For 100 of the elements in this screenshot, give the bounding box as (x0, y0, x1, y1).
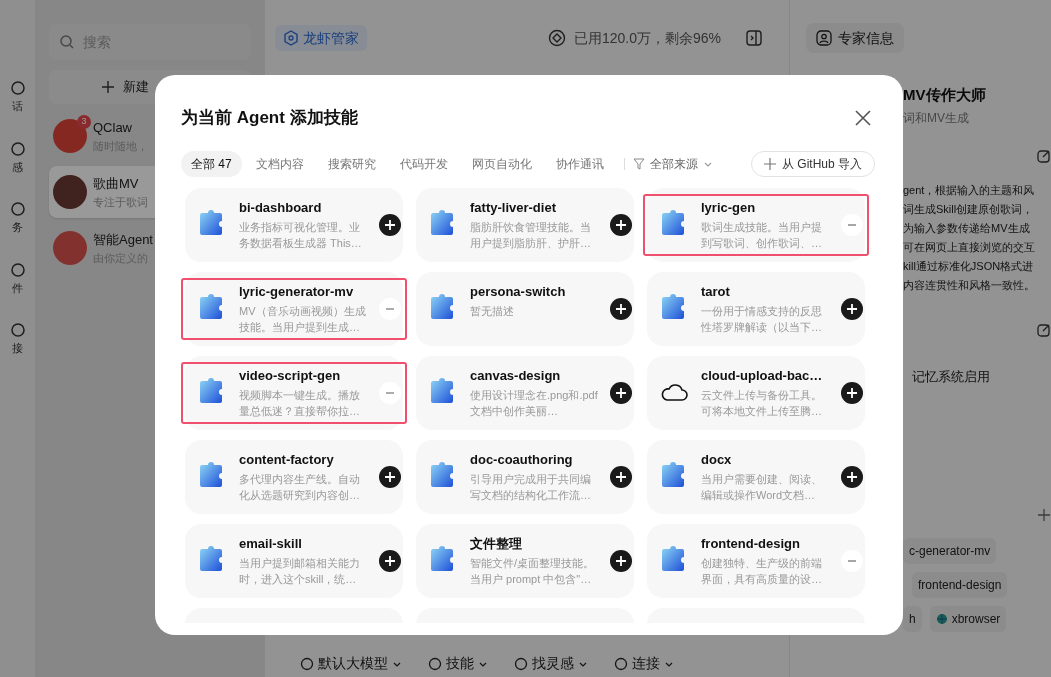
nav-label[interactable]: 件 (12, 279, 23, 296)
avatar-icon (53, 119, 87, 153)
skill-name: video-script-gen (239, 366, 342, 385)
panel-toggle-icon[interactable] (745, 29, 763, 47)
agent-tag[interactable]: 龙虾管家 (275, 25, 367, 51)
nav-icon[interactable] (9, 261, 26, 278)
add-button[interactable] (379, 549, 401, 572)
toolbar-icon (514, 656, 528, 671)
person-icon (816, 30, 832, 46)
skill-description: 云文件上传与备份工具。可将本地文件上传至腾… (701, 387, 823, 419)
add-icon[interactable] (1037, 508, 1051, 522)
plus-icon (385, 471, 395, 482)
toolbar-dropdown[interactable]: 技能 (428, 653, 488, 674)
dialog-title: 为当前 Agent 添加技能 (181, 107, 358, 129)
nav-label[interactable]: 接 (12, 340, 23, 357)
toolbar-dropdown[interactable]: 默认大模型 (300, 653, 402, 674)
plus-icon (616, 219, 626, 230)
plus-icon (764, 157, 776, 170)
add-button[interactable] (610, 297, 632, 320)
skill-description: 暂无描述 (470, 303, 515, 319)
skill-description: 歌词生成技能。当用户提到写歌词、创作歌词、… (701, 219, 823, 251)
skill-description: 业务指标可视化管理。业务数据看板生成器 This… (239, 219, 363, 251)
category-tab[interactable]: 搜索研究 (317, 150, 386, 177)
agent-name: 智能Agent (93, 231, 153, 249)
skill-description: 当用户需要创建、阅读、编辑或操作Word文档… (701, 471, 823, 503)
nav-label[interactable]: 感 (12, 158, 23, 175)
add-button[interactable] (841, 381, 863, 404)
skill-name: doc-coauthoring (470, 450, 574, 469)
description-line: 内容连贯性和风格一致性。 (903, 277, 1035, 293)
skill-description: MV（音乐动画视频）生成技能。当用户提到生成… (239, 303, 367, 335)
toolbar-icon (428, 656, 442, 671)
edit-icon[interactable] (1037, 322, 1051, 337)
category-tab[interactable]: 协作通讯 (545, 150, 614, 177)
skill-tag: frontend-design (912, 572, 1008, 598)
skill-tag: h (903, 606, 922, 632)
add-button[interactable] (610, 549, 632, 572)
description-line: 词生成Skill创建原创歌词， (903, 201, 1034, 217)
add-button[interactable] (610, 381, 632, 404)
plus-icon (101, 80, 115, 94)
skill-description: 一份用于情感支持的反思性塔罗牌解读（以当下… (701, 303, 823, 335)
toolbar-dropdown[interactable]: 找灵感 (514, 653, 588, 674)
skill-name: 文件整理 (470, 534, 523, 553)
agent-name: MV传作大师 (903, 85, 987, 105)
nav-icon[interactable] (9, 80, 26, 96)
nav-icon[interactable] (9, 140, 26, 157)
description-line: gent，根据输入的主题和风 (903, 182, 1035, 198)
nav-icon[interactable] (9, 322, 26, 338)
skill-name: cloud-upload-bac… (701, 366, 824, 385)
add-button[interactable] (379, 465, 401, 488)
skill-name: email-skill (239, 534, 303, 553)
skill-description: 脂肪肝饮食管理技能。当用户提到脂肪肝、护肝… (470, 219, 592, 251)
skill-name: content-factory (239, 450, 335, 469)
skill-description: 多代理内容生产线。自动化从选题研究到内容创… (239, 471, 361, 503)
category-tab[interactable]: 代码开发 (389, 150, 458, 177)
skill-name: frontend-design (701, 534, 801, 553)
avatar-icon (53, 175, 87, 209)
toolbar-icon (300, 656, 314, 671)
source-filter[interactable]: 全部来源 (632, 154, 713, 173)
unread-badge: 3 (77, 115, 91, 129)
skill-description: 当用户提到邮箱相关能力时，进入这个skill，统… (239, 555, 361, 587)
skill-name: lyric-gen (701, 198, 757, 217)
globe-icon (935, 613, 948, 625)
skill-description: 智能文件/桌面整理技能。当用户 prompt 中包含"… (470, 555, 596, 587)
skill-name: persona-switch (470, 282, 567, 301)
category-tab[interactable]: 全部 47 (181, 150, 242, 177)
search-icon (59, 34, 75, 50)
plus-icon (385, 219, 395, 230)
plus-icon (616, 471, 626, 482)
skill-tag: c-generator-mv (903, 538, 997, 564)
close-icon[interactable] (855, 109, 871, 126)
agent-subtitle: 词和MV生成 (903, 109, 970, 127)
skill-name: lyric-generator-mv (239, 282, 355, 301)
skill-tag: xbrowser (929, 606, 1007, 632)
hexagon-icon (283, 30, 299, 46)
add-button[interactable] (841, 465, 863, 488)
token-icon (547, 29, 566, 47)
nav-label[interactable]: 务 (12, 219, 23, 236)
skill-name: tarot (701, 282, 731, 301)
agent-name: QClaw (93, 119, 133, 137)
expert-info-button[interactable]: 专家信息 (806, 23, 904, 53)
nav-label[interactable]: 话 (12, 98, 23, 115)
skill-description: 视频脚本一键生成。播放量总低迷？直接帮你拉… (239, 387, 361, 419)
nav-icon[interactable] (9, 201, 26, 217)
usage-text: 已用120.0万，剩余96% (573, 28, 721, 48)
plus-icon (847, 303, 857, 314)
edit-icon[interactable] (1037, 148, 1051, 163)
skill-description: 引导用户完成用于共同编写文档的结构化工作流… (470, 471, 592, 503)
add-button[interactable] (841, 297, 863, 320)
skill-description: 创建独特、生产级的前端界面，具有高质量的设… (701, 555, 823, 587)
plus-icon (616, 387, 626, 398)
skill-description: 使用设计理念在.png和.pdf文档中创作美丽… (470, 387, 598, 419)
avatar-icon (53, 231, 87, 265)
category-tab[interactable]: 网页自动化 (461, 150, 542, 177)
add-button[interactable] (610, 465, 632, 488)
add-button[interactable] (610, 213, 632, 236)
toolbar-icon (614, 656, 628, 671)
add-button[interactable] (379, 213, 401, 236)
plus-icon (385, 555, 395, 566)
plus-icon (847, 387, 857, 398)
toolbar-dropdown[interactable]: 连接 (614, 653, 674, 674)
